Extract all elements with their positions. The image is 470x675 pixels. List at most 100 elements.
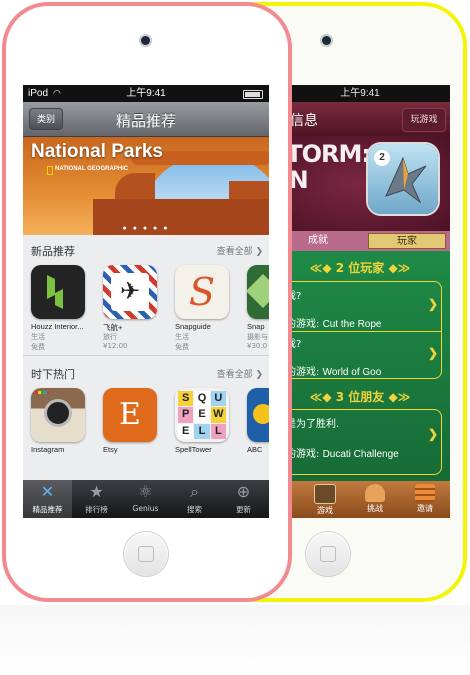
star-icon: ★ <box>89 484 104 501</box>
store-content: 新品推荐 查看全部 ❯ Houzz Interior... 生活 免费 ✈ 飞航… <box>23 235 269 480</box>
leaf-icon <box>247 274 269 308</box>
row3-played: 过的游戏: Ducati Challenge <box>276 449 399 460</box>
invite-icon <box>415 484 435 502</box>
genius-atom-icon: ⚛ <box>138 484 153 501</box>
instagram-icon <box>31 388 85 442</box>
letter-tile: E <box>194 407 210 423</box>
section-title-new: 新品推荐 <box>31 245 75 258</box>
abc-app-icon <box>247 388 269 442</box>
diamond-left-icon: ≪◆ <box>309 261 336 275</box>
front-status-bar: 上午9:41 iPod ◠ <box>23 85 269 102</box>
game-badge: 2 <box>374 150 390 166</box>
letter-tile: W <box>210 407 226 423</box>
letter-tile: L <box>194 423 210 439</box>
see-all-hot-link[interactable]: 查看全部 ❯ <box>217 367 263 380</box>
app-name: Houzz Interior... <box>31 322 84 331</box>
back-status-bar: 上午9:41 <box>270 85 450 102</box>
device-reflection <box>0 605 470 675</box>
players-list: ≪◆ 2 位玩家 ◆≫ 游戏? 辉 过的游戏: Cut the Rope ❯ 游… <box>270 251 450 481</box>
row2-chevron-icon[interactable]: ❯ <box>428 346 438 360</box>
see-all-new-link[interactable]: 查看全部 ❯ <box>217 244 263 257</box>
game-hero: STORM: AN 天 2 <box>270 136 450 231</box>
letter-tile: Q <box>194 391 210 407</box>
tab-search[interactable]: ⌕ 搜索 <box>170 480 219 518</box>
tab-games[interactable]: 游戏 <box>300 481 350 518</box>
tab-challenges[interactable]: 挑战 <box>350 481 400 518</box>
diamond-left-icon: ≪◆ <box>309 390 336 404</box>
front-screen: 上午9:41 iPod ◠ 精品推荐 类别 National Parks NAT… <box>23 85 269 518</box>
letter-tile: E <box>178 423 194 439</box>
featured-banner[interactable]: National Parks NATIONAL GEOGRAPHIC ● ● ●… <box>23 137 269 235</box>
section-title-hot: 时下热门 <box>31 368 75 381</box>
tab-players[interactable]: 玩家 <box>368 233 446 249</box>
tab-updates[interactable]: ⊕ 更新 <box>219 480 268 518</box>
snapseed-icon <box>247 265 269 319</box>
camera-lens-icon <box>44 399 72 427</box>
row1-chevron-icon[interactable]: ❯ <box>428 297 438 311</box>
app-category: 生活 <box>31 333 45 341</box>
app-price: ¥12.00 <box>103 342 128 350</box>
rainbow-stripe <box>35 391 49 394</box>
app-category: 摄影与 <box>247 333 268 341</box>
status-carrier: iPod <box>28 88 49 99</box>
front-home-button[interactable] <box>124 532 168 576</box>
row-divider <box>270 331 442 332</box>
natgeo-logo-icon <box>47 166 53 175</box>
airplane-icon: ✈ <box>111 273 149 311</box>
snapguide-icon: S <box>175 265 229 319</box>
houzz-icon <box>31 265 85 319</box>
back-nav-bar: 信息 玩游戏 <box>270 102 450 136</box>
app-name: SpellTower <box>175 445 212 454</box>
letter-tile: U <box>210 391 226 407</box>
battery-icon <box>243 90 263 99</box>
download-icon: ⊕ <box>236 484 251 501</box>
letter-tile: L <box>210 423 226 439</box>
front-camera <box>141 36 150 45</box>
game-icon[interactable]: 2 <box>368 144 438 214</box>
app-name: Instagram <box>31 445 65 454</box>
tab-genius[interactable]: ⚛ Genius <box>121 480 170 518</box>
banner-title: National Parks <box>31 141 163 162</box>
diamond-right-icon: ◆≫ <box>384 261 411 275</box>
letter-tile: S <box>178 391 194 407</box>
section-players-header: ≪◆ 2 位玩家 ◆≫ <box>309 261 411 275</box>
app-name: Snapguide <box>175 322 211 331</box>
back-home-button[interactable] <box>306 532 350 576</box>
app-name: Snap <box>247 322 265 331</box>
app-price: 免费 <box>31 343 45 351</box>
front-nav-bar: 精品推荐 类别 <box>23 102 269 137</box>
character-icon <box>253 404 269 424</box>
back-screen: 上午9:41 信息 玩游戏 STORM: AN 天 2 成就 玩家 ≪◆ 2 位… <box>270 85 450 518</box>
page-dots[interactable]: ● ● ● ● ● <box>23 225 269 232</box>
people-icon <box>365 484 385 502</box>
back-nav-title: 信息 <box>290 113 318 129</box>
section-divider <box>23 355 269 356</box>
tab-charts[interactable]: ★ 排行榜 <box>72 480 121 518</box>
featured-icon: ✕ <box>40 484 55 501</box>
tab-featured[interactable]: ✕ 精品推荐 <box>23 480 72 518</box>
wifi-icon: ◠ <box>53 88 61 98</box>
flight-app-icon: ✈ <box>103 265 157 319</box>
app-price: ¥30.0 <box>247 342 268 350</box>
app-name: ABC <box>247 445 263 454</box>
spelltower-icon: SQUPEWELL <box>175 388 229 442</box>
app-price: 免费 <box>175 343 189 351</box>
app-name: Etsy <box>103 445 118 454</box>
section-friends-header: ≪◆ 3 位朋友 ◆≫ <box>309 390 411 404</box>
front-tab-bar: ✕ 精品推荐 ★ 排行榜 ⚛ Genius ⌕ 搜索 ⊕ 更新 <box>23 480 269 518</box>
letter-tile: P <box>178 407 194 423</box>
etsy-icon: E <box>103 388 157 442</box>
letter-grid: SQUPEWELL <box>178 391 226 439</box>
back-segment-control: 成就 玩家 <box>270 231 450 251</box>
row3-chevron-icon[interactable]: ❯ <box>428 427 438 441</box>
search-icon: ⌕ <box>190 484 199 501</box>
dice-icon <box>314 484 336 504</box>
categories-button[interactable]: 类别 <box>29 108 63 130</box>
back-tab-bar: 游戏 挑战 邀请 <box>270 481 450 518</box>
banner-brand: NATIONAL GEOGRAPHIC <box>55 166 129 172</box>
play-game-button[interactable]: 玩游戏 <box>402 108 446 132</box>
app-category: 旅行 <box>103 333 117 341</box>
back-camera <box>322 36 331 45</box>
tab-invites[interactable]: 邀请 <box>400 481 450 518</box>
app-category: 生活 <box>175 333 189 341</box>
